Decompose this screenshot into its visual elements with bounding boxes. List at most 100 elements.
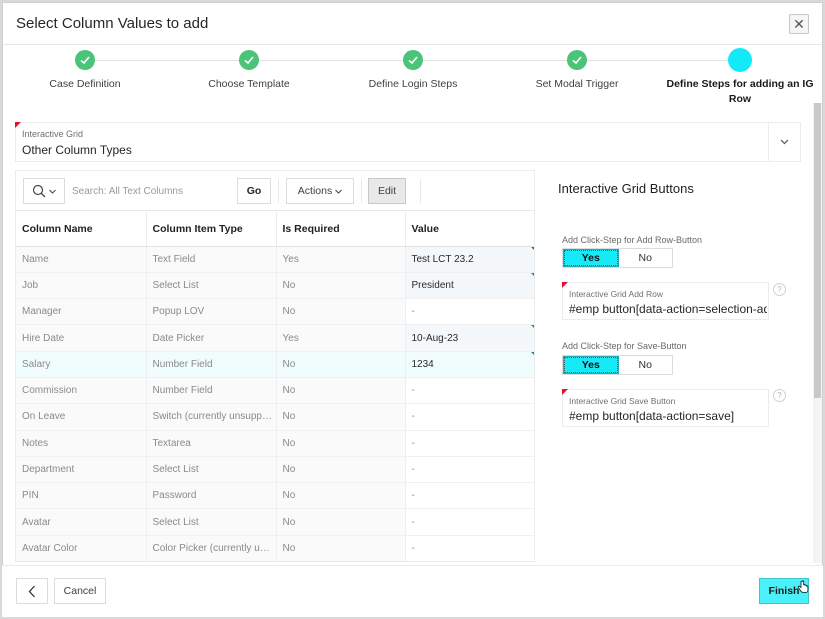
wizard-step-define-ig-row: Define Steps for adding an IG Row <box>659 48 821 107</box>
help-icon[interactable]: ? <box>773 389 786 402</box>
cell-value[interactable]: - <box>405 403 534 431</box>
cell-value[interactable]: Test LCT 23.2 <box>405 246 534 273</box>
cell-item-type: Select List <box>146 272 277 300</box>
cell-column-name: Department <box>16 456 147 484</box>
search-input[interactable]: Search: All Text Columns <box>70 178 230 204</box>
wizard-step-label: Define Login Steps <box>368 78 458 90</box>
cell-value[interactable]: - <box>405 456 534 484</box>
wizard-step-label: Choose Template <box>208 78 290 90</box>
save-selector-input[interactable]: #emp button[data-action=save] <box>569 409 767 423</box>
actions-menu-button[interactable]: Actions <box>286 178 354 204</box>
cell-value[interactable]: - <box>405 535 534 561</box>
actions-label: Actions <box>297 185 333 197</box>
grid-toolbar: Search: All Text Columns Go Actions Edit <box>16 171 534 211</box>
column-header-required[interactable]: Is Required <box>276 212 406 247</box>
cell-is-required: No <box>276 456 406 484</box>
table-row[interactable]: On Leave Switch (currently unsupported) No… <box>16 403 534 431</box>
cell-value[interactable]: - <box>405 298 534 326</box>
dialog-header: Select Column Values to add ✕ <box>3 3 822 45</box>
cell-item-type: Number Field <box>146 351 277 378</box>
check-icon <box>75 50 95 70</box>
panel-title: Interactive Grid Buttons <box>558 181 694 196</box>
cell-is-required: No <box>276 272 406 300</box>
cell-column-name: Name <box>16 246 147 273</box>
changed-indicator <box>530 272 534 277</box>
table-row[interactable]: Notes Textarea No - <box>16 430 534 457</box>
cell-column-name: Commission <box>16 377 147 405</box>
required-indicator <box>562 389 568 395</box>
table-row[interactable]: Avatar Color Color Picker (currently unsu… <box>16 535 534 561</box>
cell-item-type: Date Picker <box>146 324 277 352</box>
table-row[interactable]: Commission Number Field No - <box>16 377 534 405</box>
cell-column-name: Job <box>16 272 147 300</box>
wizard-step-label: Define Steps for adding an IG Row <box>666 78 814 105</box>
cell-is-required: Yes <box>276 324 406 352</box>
search-icon <box>32 184 46 198</box>
go-button[interactable]: Go <box>237 178 271 204</box>
search-column-selector[interactable] <box>23 178 65 204</box>
table-row[interactable]: Avatar Select List No - <box>16 508 534 536</box>
dialog-footer: Cancel Finish <box>2 565 823 617</box>
add-row-yes-option[interactable]: Yes <box>563 249 619 267</box>
table-row[interactable]: Salary Number Field No 1234 <box>16 351 534 378</box>
finish-label: Finish <box>768 585 800 597</box>
cell-column-name: Salary <box>16 351 147 378</box>
cancel-button[interactable]: Cancel <box>54 578 106 604</box>
close-button[interactable]: ✕ <box>789 14 809 34</box>
cell-column-name: Avatar <box>16 508 147 536</box>
table-row[interactable]: PIN Password No - <box>16 482 534 510</box>
cell-value[interactable]: - <box>405 508 534 536</box>
add-row-selector-field[interactable]: Interactive Grid Add Row #emp button[dat… <box>562 282 769 320</box>
table-row[interactable]: Manager Popup LOV No - <box>16 298 534 326</box>
cell-value[interactable]: - <box>405 482 534 510</box>
table-row[interactable]: Department Select List No - <box>16 456 534 484</box>
add-row-no-option[interactable]: No <box>619 249 673 267</box>
table-row[interactable]: Job Select List No President <box>16 272 534 300</box>
dropdown-toggle[interactable] <box>768 123 800 161</box>
cell-value[interactable]: - <box>405 377 534 405</box>
cell-value[interactable]: 10-Aug-23 <box>405 324 534 352</box>
column-header-name[interactable]: Column Name <box>16 212 147 247</box>
cell-item-type: Textarea <box>146 430 277 457</box>
cell-is-required: No <box>276 351 406 378</box>
field-label: Interactive Grid Add Row <box>569 289 664 299</box>
add-row-toggle: Yes No <box>562 248 673 268</box>
toolbar-divider <box>278 179 279 203</box>
save-yes-option[interactable]: Yes <box>563 356 619 374</box>
table-row[interactable]: Hire Date Date Picker Yes 10-Aug-23 <box>16 324 534 352</box>
cell-column-name: PIN <box>16 482 147 510</box>
help-icon[interactable]: ? <box>773 283 786 296</box>
column-header-value[interactable]: Value <box>405 212 534 247</box>
chevron-down-icon <box>49 189 56 194</box>
cell-item-type: Color Picker (currently unsupported) <box>146 535 277 561</box>
previous-button[interactable] <box>16 578 48 604</box>
field-label: Interactive Grid <box>22 129 84 139</box>
wizard-step-define-login-steps: Define Login Steps <box>333 50 493 92</box>
cell-value[interactable]: President <box>405 272 534 300</box>
save-no-option[interactable]: No <box>619 356 673 374</box>
cell-column-name: Manager <box>16 298 147 326</box>
cell-column-name: On Leave <box>16 403 147 431</box>
cell-column-name: Hire Date <box>16 324 147 352</box>
save-selector-field[interactable]: Interactive Grid Save Button #emp button… <box>562 389 769 427</box>
changed-indicator <box>530 246 534 251</box>
vertical-scrollbar[interactable] <box>813 103 822 563</box>
cell-value[interactable]: - <box>405 430 534 457</box>
add-row-selector-input[interactable]: #emp button[data-action=selection-add-ro… <box>569 302 767 316</box>
interactive-grid-select[interactable]: Interactive Grid Other Column Types <box>15 122 801 162</box>
cell-column-name: Notes <box>16 430 147 457</box>
cell-item-type: Switch (currently unsupported) <box>146 403 277 431</box>
cell-is-required: No <box>276 482 406 510</box>
changed-indicator <box>530 351 534 356</box>
save-toggle-label: Add Click-Step for Save-Button <box>562 341 687 351</box>
add-row-toggle-label: Add Click-Step for Add Row-Button <box>562 235 703 245</box>
scrollbar-thumb[interactable] <box>814 103 821 398</box>
wizard-step-label: Set Modal Trigger <box>535 78 619 90</box>
cell-is-required: No <box>276 403 406 431</box>
table-row[interactable]: Name Text Field Yes Test LCT 23.2 <box>16 246 534 273</box>
field-value: Other Column Types <box>22 143 132 157</box>
dialog-title: Select Column Values to add <box>16 15 209 32</box>
column-header-type[interactable]: Column Item Type <box>146 212 277 247</box>
edit-toggle-button[interactable]: Edit <box>368 178 406 204</box>
cell-value[interactable]: 1234 <box>405 351 534 378</box>
